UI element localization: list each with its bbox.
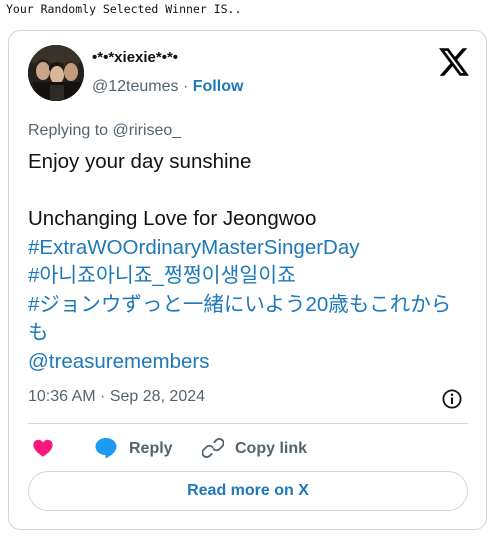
info-icon[interactable]: [441, 388, 463, 410]
reply-label: Reply: [129, 440, 173, 457]
follow-button[interactable]: Follow: [193, 78, 244, 95]
link-icon: [201, 437, 225, 459]
x-logo-icon[interactable]: [439, 48, 469, 76]
replying-to[interactable]: Replying to @ririseo_: [28, 122, 181, 140]
read-more-label: Read more on X: [187, 482, 309, 499]
handle[interactable]: @12teumes: [92, 78, 179, 95]
handle-row: @12teumes · Follow: [92, 78, 243, 96]
separator: ·: [182, 78, 189, 95]
tweet-card: •*•*xiexie*•*• @12teumes · Follow Replyi…: [8, 30, 487, 530]
tweet-text: Enjoy your day sunshine Unchanging Love …: [28, 148, 468, 376]
tweet-line: Enjoy your day sunshine: [28, 150, 252, 173]
hashtag-link[interactable]: #아니죠아니죠_쩡쩡이생일이죠: [28, 264, 296, 287]
avatar[interactable]: [28, 45, 84, 101]
tweet-line: Unchanging Love for Jeongwoo: [28, 207, 317, 230]
divider: [28, 423, 468, 424]
reply-bubble-icon: [94, 437, 118, 459]
page-header: Your Randomly Selected Winner IS..: [6, 2, 242, 16]
hashtag-link[interactable]: #ExtraWOOrdinaryMasterSingerDay: [28, 236, 360, 259]
copy-link-label: Copy link: [235, 440, 308, 457]
timestamp[interactable]: 10:36 AM · Sep 28, 2024: [28, 388, 205, 406]
action-bar: Reply Copy link: [28, 435, 468, 463]
heart-icon[interactable]: [32, 437, 54, 459]
read-more-button[interactable]: Read more on X: [28, 471, 468, 511]
hashtag-link[interactable]: #ジョンウずっと一緒にいよう20歳もこれからも: [28, 293, 451, 345]
mention-link[interactable]: @treasuremembers: [28, 350, 209, 373]
display-name[interactable]: •*•*xiexie*•*•: [92, 49, 178, 66]
